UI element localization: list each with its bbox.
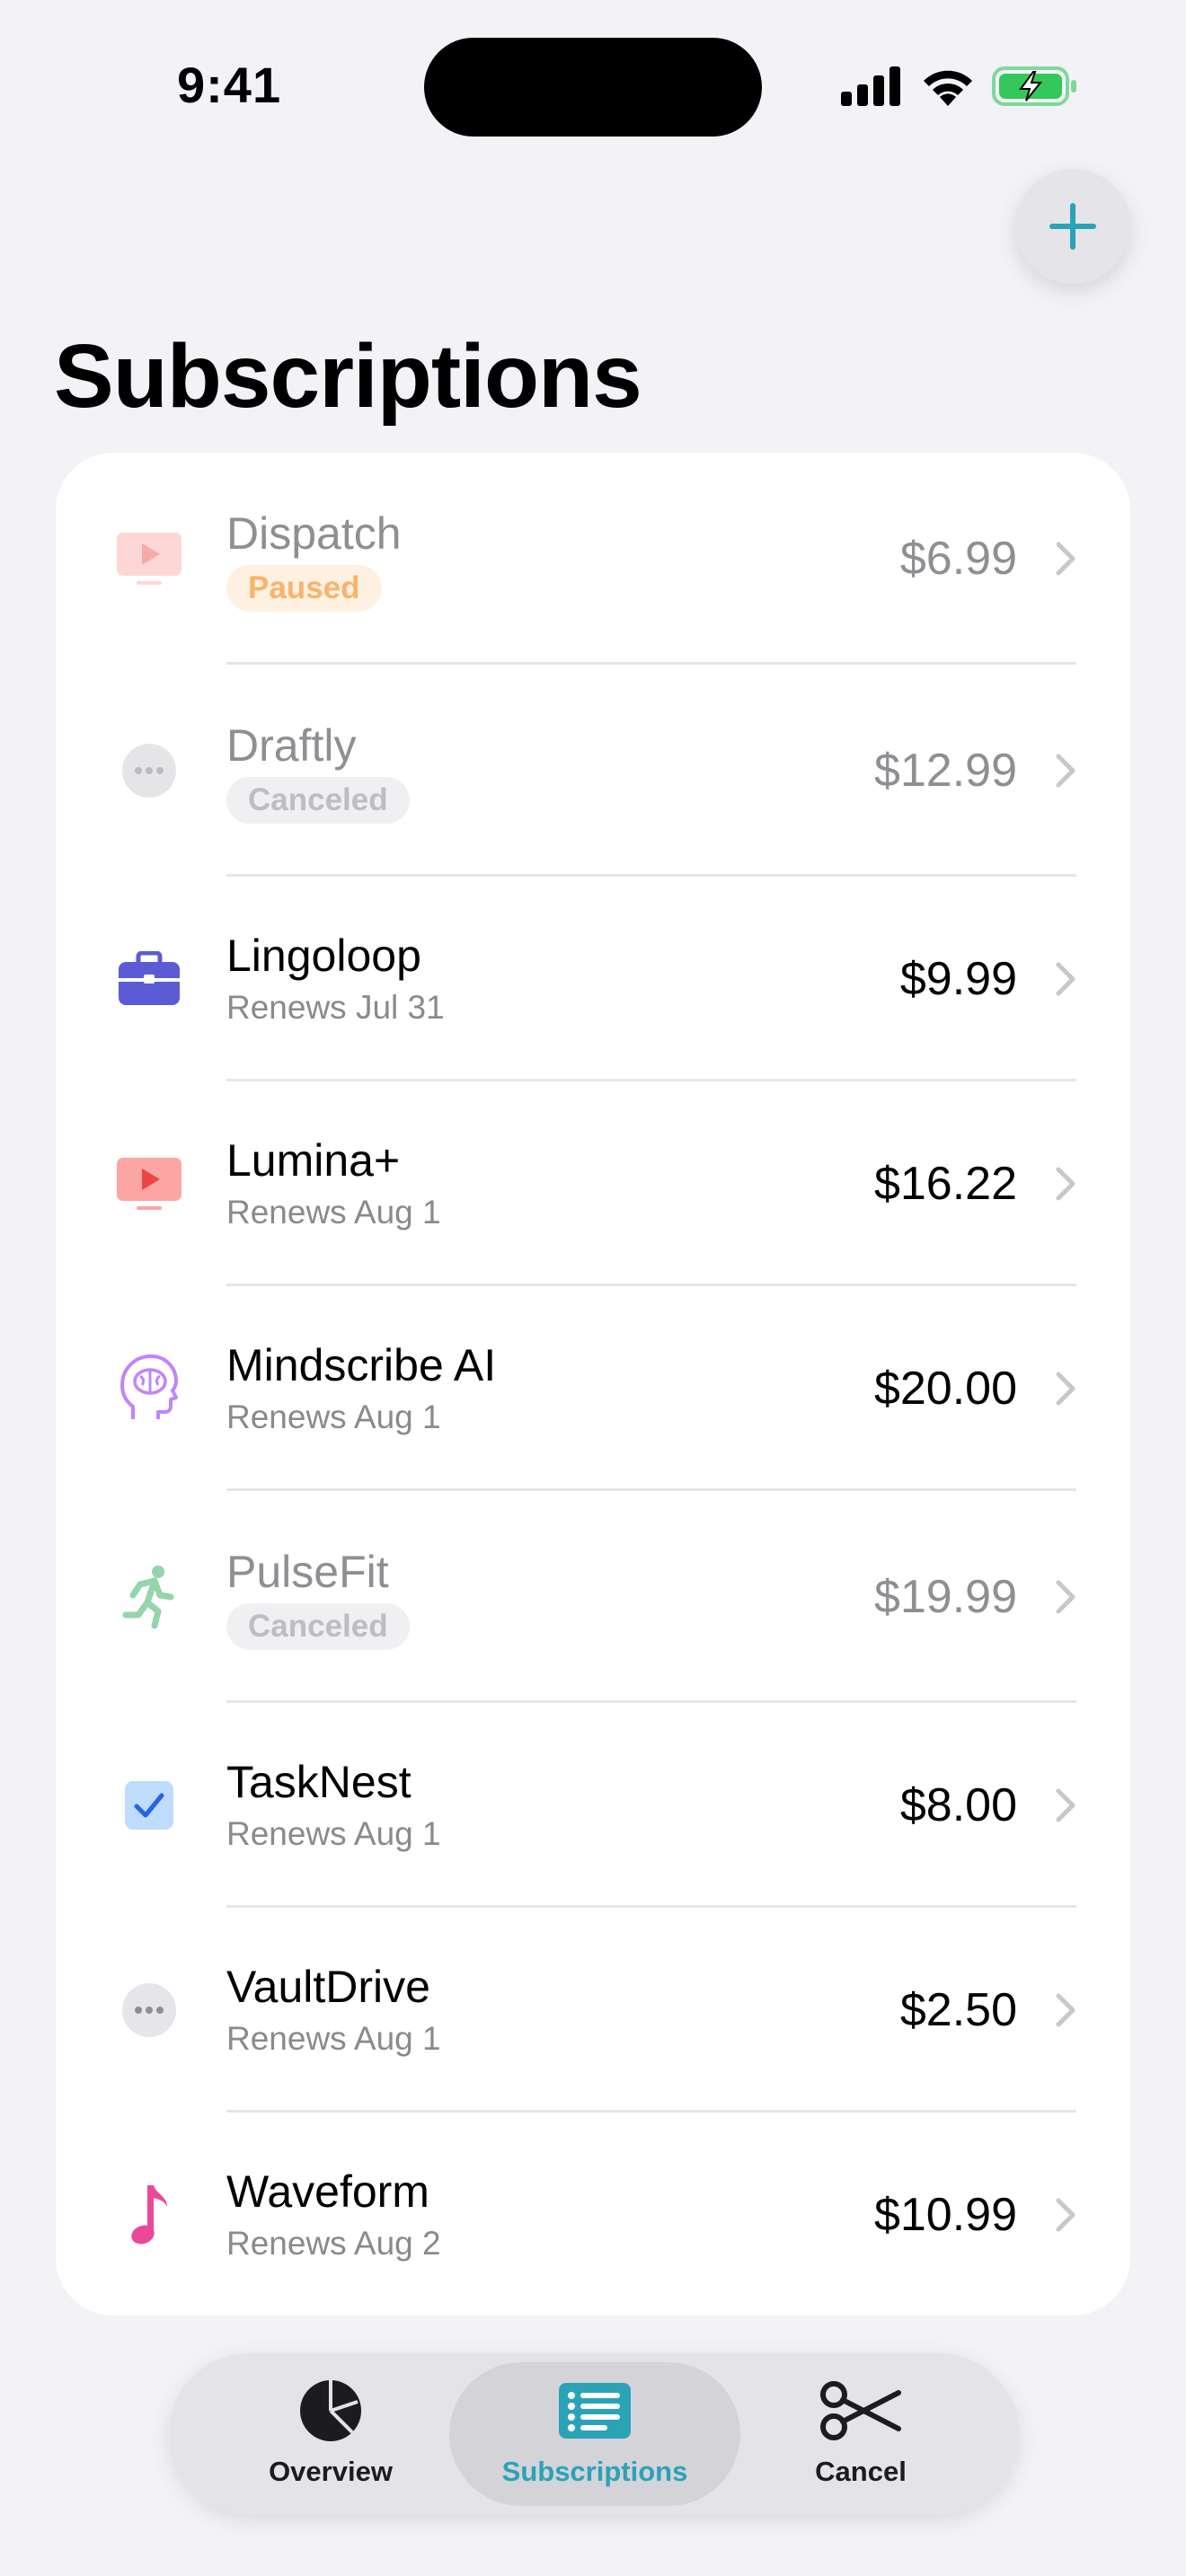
renewal-date: Renews Aug 1 — [226, 1398, 441, 1435]
subscriptions-list: Dispatch Paused $6.99 Draftly Canceled $… — [56, 453, 1130, 2316]
subscription-name: Waveform — [226, 2166, 429, 2217]
checkbox-icon — [113, 1769, 185, 1841]
chevron-right-icon — [1056, 1167, 1075, 1201]
chevron-right-icon — [1056, 1580, 1075, 1614]
subscription-price: $20.00 — [873, 1363, 1017, 1415]
subscription-row-mindscribe-ai[interactable]: Mindscribe AI Renews Aug 1 $20.00 — [56, 1286, 1130, 1491]
subscription-row-dispatch[interactable]: Dispatch Paused $6.99 — [56, 453, 1130, 665]
chevron-right-icon — [1056, 754, 1075, 788]
renewal-date: Renews Aug 1 — [226, 1194, 441, 1231]
subscription-name: Lumina+ — [226, 1135, 401, 1186]
battery-charging-icon — [992, 66, 1076, 106]
tv-play-icon — [113, 523, 185, 595]
page-title: Subscriptions — [54, 326, 642, 427]
subscription-price: $2.50 — [899, 1984, 1017, 2036]
subscription-name: Mindscribe AI — [226, 1340, 497, 1390]
scissors-icon — [820, 2381, 901, 2440]
subscription-row-vaultdrive[interactable]: VaultDrive Renews Aug 1 $2.50 — [56, 1908, 1130, 2113]
briefcase-icon — [113, 943, 185, 1015]
subscription-price: $16.22 — [873, 1158, 1017, 1210]
ellipsis-icon — [113, 1974, 185, 2046]
status-badge: Canceled — [226, 1603, 410, 1650]
plus-icon — [1049, 203, 1096, 250]
brain-head-icon — [113, 1353, 185, 1425]
subscription-price: $10.99 — [873, 2189, 1017, 2241]
tab-label: Cancel — [815, 2456, 907, 2487]
subscription-name: VaultDrive — [226, 1962, 430, 2012]
subscription-row-tasknest[interactable]: TaskNest Renews Aug 1 $8.00 — [56, 1703, 1130, 1908]
cellular-signal-icon — [841, 66, 900, 106]
chevron-right-icon — [1056, 1372, 1075, 1406]
runner-icon — [113, 1561, 185, 1633]
renewal-date: Renews Aug 1 — [226, 1815, 441, 1852]
chevron-right-icon — [1056, 962, 1075, 996]
renewal-date: Renews Aug 2 — [226, 2225, 441, 2262]
tab-label: Overview — [269, 2456, 393, 2487]
tab-overview[interactable]: Overview — [223, 2362, 438, 2506]
status-badge: Paused — [226, 565, 382, 612]
chevron-right-icon — [1056, 1788, 1075, 1822]
chevron-right-icon — [1056, 542, 1075, 576]
subscription-price: $19.99 — [873, 1571, 1017, 1623]
tab-bar: Overview Subscriptions Cancel — [169, 2353, 1019, 2515]
subscription-name: Lingoloop — [226, 931, 421, 981]
wifi-icon — [924, 70, 972, 106]
chevron-right-icon — [1056, 1993, 1075, 2027]
subscription-name: PulseFit — [226, 1547, 389, 1597]
subscription-row-draftly[interactable]: Draftly Canceled $12.99 — [56, 665, 1130, 877]
status-badge: Canceled — [226, 777, 410, 824]
subscription-name: Dispatch — [226, 508, 402, 559]
tv-play-icon — [113, 1148, 185, 1220]
subscription-row-waveform[interactable]: Waveform Renews Aug 2 $10.99 — [56, 2113, 1130, 2316]
subscription-price: $8.00 — [899, 1779, 1017, 1831]
dynamic-island — [424, 38, 762, 137]
subscription-price: $12.99 — [873, 745, 1017, 797]
tab-label: Subscriptions — [501, 2456, 688, 2487]
add-subscription-button[interactable] — [1015, 169, 1130, 284]
tab-cancel[interactable]: Cancel — [753, 2362, 969, 2506]
subscription-name: TaskNest — [226, 1757, 412, 1807]
subscription-row-lingoloop[interactable]: Lingoloop Renews Jul 31 $9.99 — [56, 877, 1130, 1081]
pie-chart-icon — [300, 2380, 361, 2441]
ellipsis-icon — [113, 735, 185, 807]
list-icon — [559, 2383, 631, 2439]
renewal-date: Renews Aug 1 — [226, 2020, 441, 2057]
renewal-date: Renews Jul 31 — [226, 989, 445, 1026]
chevron-right-icon — [1056, 2198, 1075, 2232]
subscription-price: $9.99 — [899, 953, 1017, 1005]
tab-subscriptions[interactable]: Subscriptions — [449, 2362, 740, 2506]
music-note-icon — [113, 2179, 185, 2251]
subscription-price: $6.99 — [899, 533, 1017, 585]
status-time: 9:41 — [177, 57, 282, 113]
subscription-row-lumina-plus[interactable]: Lumina+ Renews Aug 1 $16.22 — [56, 1081, 1130, 1286]
subscription-row-pulsefit[interactable]: PulseFit Canceled $19.99 — [56, 1491, 1130, 1703]
subscription-name: Draftly — [226, 720, 357, 771]
